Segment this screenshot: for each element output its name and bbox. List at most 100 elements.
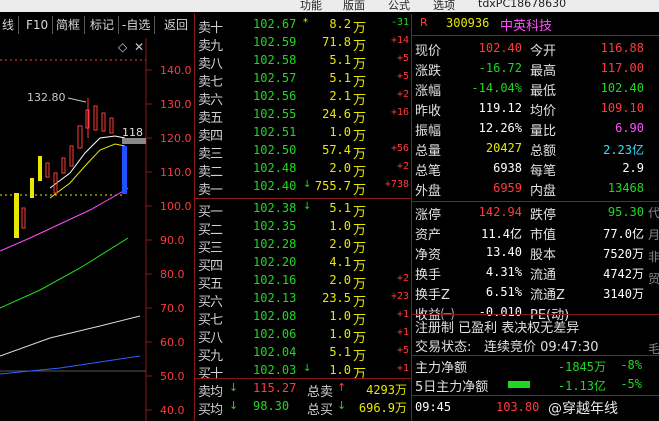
tick-divider (412, 395, 659, 396)
toolbar-simple-frame[interactable]: 简框 (52, 16, 86, 34)
sell-avg-arrow: ↓ (229, 381, 239, 394)
side-label: 非 (648, 250, 659, 264)
stat-value: 109.10 (600, 101, 644, 115)
menu-layout[interactable]: 版面 (343, 0, 365, 12)
order-book: 卖十 102.67 * 8.2 万 -31 卖九 102.59 71.8 万 +14 卖八 102.58… (194, 14, 411, 421)
stat-label: 振幅 (415, 124, 442, 139)
candle (77, 125, 83, 149)
bid-level-9[interactable]: 买九 102.04 5.1 万 +5 (195, 344, 411, 364)
level-label: 卖一 (198, 183, 223, 198)
total-buy-value: 696.9万 (358, 401, 407, 415)
total-buy-arrow: ↓ (337, 399, 347, 412)
price-tick-label: 140.0 (160, 64, 192, 77)
bid-level-2[interactable]: 买二 102.35 1.0 万 (195, 218, 411, 238)
bid-level-3[interactable]: 买三 102.28 2.0 万 (195, 236, 411, 256)
level-change: +5 (396, 345, 409, 356)
level-change: +738 (384, 179, 409, 190)
price-chart[interactable]: ◇ ✕ 140.0 130.0 120.0 110.0 100.0 90.0 80.0 70.… (0, 38, 194, 421)
level-change: +14 (390, 35, 409, 46)
peak-label: 132.80 (27, 91, 66, 104)
ask-level-1[interactable]: 卖十 102.67 * 8.2 万 -31 (195, 16, 411, 36)
level-price: 102.38 (253, 201, 297, 215)
toolbar-back[interactable]: 返回 (160, 16, 192, 34)
stat-label: 量比 (530, 124, 557, 139)
flow-divider (412, 355, 659, 356)
toolbar-watchlist[interactable]: -自选 (118, 16, 156, 34)
five-day-net-label: 5日主力净额 (415, 380, 489, 395)
bid-level-6[interactable]: 买六 102.13 23.5 万 +23 (195, 290, 411, 310)
level-price: 102.59 (253, 35, 297, 49)
level-change: -31 (390, 17, 409, 28)
level-change: +1 (396, 327, 409, 338)
stat-label: 换手Z (415, 288, 450, 303)
ask-level-6[interactable]: 卖五 102.55 24.6 万 +16 (195, 106, 411, 126)
toolbar-mark[interactable]: 标记 (86, 16, 120, 34)
level-change: +2 (396, 161, 409, 172)
stat-value: 6.90 (615, 121, 644, 135)
level-volume: 5.1 (329, 201, 351, 215)
stat-value: 6.51% (485, 285, 522, 299)
level-price: 102.50 (253, 143, 297, 157)
ask-level-4[interactable]: 卖七 102.57 5.1 万 +5 (195, 70, 411, 90)
stat-value: 2.9 (622, 161, 644, 175)
bid-level-5[interactable]: 买五 102.16 2.0 万 +2 (195, 272, 411, 292)
ask-level-10[interactable]: 卖一 102.40 ↓ 755.7 万 +738 (195, 178, 411, 198)
level-price: 102.55 (253, 107, 297, 121)
candle (93, 105, 98, 131)
candle (69, 145, 74, 167)
stat-value: 20427 (485, 141, 522, 155)
menu-function[interactable]: 功能 (300, 0, 322, 12)
main-net-value: -1845万 (557, 360, 606, 374)
stat-value: 95.30 (607, 205, 644, 219)
ma-line-magenta (0, 187, 129, 252)
level-price: 102.58 (253, 53, 297, 67)
ask-level-2[interactable]: 卖九 102.59 71.8 万 +14 (195, 34, 411, 54)
stat-label: 涨跌 (415, 64, 442, 79)
toolbar-f10[interactable]: F10 (22, 16, 54, 34)
price-tick-label: 130.0 (160, 98, 192, 111)
level-price: 102.04 (253, 345, 297, 359)
level-arrow: ↓ (303, 179, 312, 190)
price-tick-label: 80.0 (160, 268, 185, 281)
account-id: tdxPC18678630 (478, 0, 567, 10)
ask-level-5[interactable]: 卖六 102.56 2.1 万 +2 (195, 88, 411, 108)
bid-level-4[interactable]: 买四 102.20 4.1 万 (195, 254, 411, 274)
price-tick-label: 120.0 (160, 132, 192, 145)
candle (53, 172, 58, 194)
side-label: 贸 (648, 272, 659, 286)
level-price: 102.48 (253, 161, 297, 175)
level-price: 102.67 (253, 17, 297, 31)
level-price: 102.56 (253, 89, 297, 103)
level-arrow: ↓ (303, 201, 312, 212)
menu-options[interactable]: 选项 (433, 0, 455, 12)
ask-level-9[interactable]: 卖二 102.48 2.0 万 +2 (195, 160, 411, 180)
level-volume: 1.0 (329, 327, 351, 341)
bid-level-8[interactable]: 买八 102.06 1.0 万 +1 (195, 326, 411, 346)
stock-name[interactable]: 中英科技 (500, 15, 552, 34)
bid-level-1[interactable]: 买一 102.38 ↓ 5.1 万 (195, 200, 411, 220)
stat-label: 外盘 (415, 184, 442, 199)
sell-avg-value: 115.27 (253, 381, 297, 395)
menu-formula[interactable]: 公式 (388, 0, 410, 12)
price-tick-label: 50.0 (160, 370, 185, 383)
level-change: +23 (390, 291, 409, 302)
bid-level-7[interactable]: 买七 102.08 1.0 万 +1 (195, 308, 411, 328)
ma-line-green (0, 237, 129, 309)
stat-label: 最高 (530, 64, 557, 79)
ask-level-8[interactable]: 卖三 102.50 57.4 万 +56 (195, 142, 411, 162)
chart-toolbar: 线 F10 简框 标记 -自选 返回 (0, 14, 194, 38)
stats-divider (412, 201, 659, 202)
total-sell-value: 4293万 (366, 383, 407, 397)
ask-level-7[interactable]: 卖四 102.51 1.0 万 (195, 124, 411, 144)
toolbar-line[interactable]: 线 (0, 16, 20, 34)
level-volume: 1.0 (329, 125, 351, 139)
stat-value: 77.0亿 (603, 227, 644, 241)
stat-value: 4742万 (603, 267, 644, 281)
stat-value: 6938 (493, 161, 522, 175)
stock-code[interactable]: 300936 (446, 16, 489, 30)
ask-level-3[interactable]: 卖八 102.58 5.1 万 +5 (195, 52, 411, 72)
diamond-icon[interactable]: ◇ (118, 40, 128, 54)
stat-value: 6959 (493, 181, 522, 195)
close-icon[interactable]: ✕ (134, 40, 144, 54)
level-volume: 2.0 (329, 273, 351, 287)
